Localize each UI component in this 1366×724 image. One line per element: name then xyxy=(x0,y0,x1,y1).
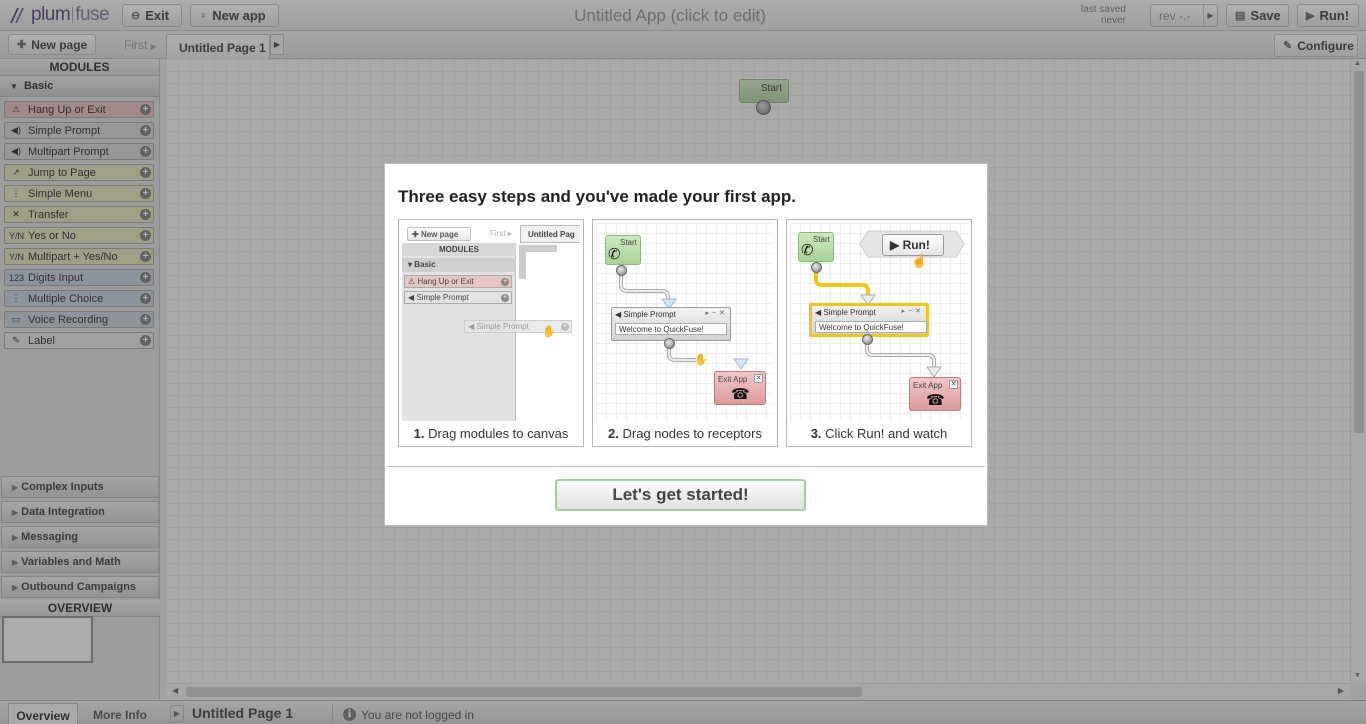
mini-canvas-corner xyxy=(519,245,557,279)
step-2-illustration: Start ✆ ◀ Simple Prompt ▸−✕ Welcome to Q… xyxy=(596,223,774,421)
mini-prompt-title: Simple Prompt xyxy=(823,308,876,317)
mini-prompt-field: Welcome to QuickFuse! xyxy=(615,323,727,335)
mini-prompt-connector xyxy=(664,338,675,349)
mini-prompt-header: ◀ Simple Prompt xyxy=(815,308,876,317)
mini-prompt-field: Welcome to QuickFuse! xyxy=(815,321,927,333)
mini-run-label: Run! xyxy=(902,238,930,252)
step-3-panel: Start ✆ ▶ Run! ☝ ◀ Simple Prompt ▸−✕ Wel… xyxy=(786,219,972,447)
dialog-title: Three easy steps and you've made your fi… xyxy=(398,187,797,206)
mini-hang-up-label: Hang Up or Exit xyxy=(417,277,474,286)
get-started-button[interactable]: Let's get started! xyxy=(555,479,806,511)
mini-exit-label: Exit App xyxy=(718,375,748,384)
welcome-dialog: Three easy steps and you've made your fi… xyxy=(384,163,988,526)
mini-simple-prompt-node: ◀ Simple Prompt ▸−✕ Welcome to QuickFuse… xyxy=(611,307,731,341)
step-1-text: Drag modules to canvas xyxy=(428,426,569,441)
step-2-panel: Start ✆ ◀ Simple Prompt ▸−✕ Welcome to Q… xyxy=(592,219,778,447)
mini-modules-header: MODULES xyxy=(402,243,516,256)
step-3-number: 3. xyxy=(810,426,822,441)
mini-first-label: First ▸ xyxy=(490,229,512,238)
step-2-caption: 2. Drag nodes to receptors xyxy=(593,426,777,441)
hangup-phone-icon: ☎ xyxy=(731,386,750,403)
mini-start-connector xyxy=(616,265,627,276)
step-1-panel: ✚ New page First ▸ Untitled Pag MODULES … xyxy=(398,219,584,447)
step-2-number: 2. xyxy=(608,426,619,441)
mini-node-controls-icon: ▸−✕ xyxy=(901,308,924,315)
mini-start-connector xyxy=(811,262,822,273)
mini-exit-label: Exit App xyxy=(913,381,943,390)
dialog-divider xyxy=(387,466,985,467)
mini-simple-prompt-label: Simple Prompt xyxy=(416,293,469,302)
mini-plus-icon: + xyxy=(501,294,509,302)
mini-first-text: First xyxy=(490,229,506,238)
pointer-cursor-icon: ☝ xyxy=(911,253,928,268)
step-3-text: Click Run! and watch xyxy=(825,426,948,441)
mini-new-page-button: ✚ New page xyxy=(407,227,471,241)
mini-basic-header: ▾ Basic xyxy=(402,258,516,272)
mini-exit-app-node: Exit App ✕ ☎ xyxy=(909,377,961,411)
mini-plus-icon: + xyxy=(501,278,509,286)
mini-dragged-label: Simple Prompt xyxy=(476,322,529,331)
step-1-illustration: ✚ New page First ▸ Untitled Pag MODULES … xyxy=(402,223,580,421)
mini-prompt-title: Simple Prompt xyxy=(623,310,676,319)
hangup-phone-icon: ☎ xyxy=(926,392,945,409)
mini-exit-app-node: Exit App ✕ ☎ xyxy=(714,371,766,405)
mini-hang-up-module: ⚠ Hang Up or Exit + xyxy=(404,275,512,288)
phone-icon: ✆ xyxy=(801,242,814,259)
phone-icon: ✆ xyxy=(608,246,621,263)
step-3-caption: 3. Click Run! and watch xyxy=(787,426,971,441)
mini-plus-icon: ✚ xyxy=(412,230,419,239)
mini-close-icon: ✕ xyxy=(754,374,763,383)
mini-new-page-label: New page xyxy=(420,230,459,239)
mini-prompt-connector xyxy=(862,334,873,345)
mini-simple-prompt-node-active: ◀ Simple Prompt ▸−✕ Welcome to QuickFuse… xyxy=(809,303,929,337)
hand-cursor-icon: ✋ xyxy=(542,326,556,338)
step-1-number: 1. xyxy=(413,426,425,441)
mini-plus-icon: + xyxy=(561,323,569,331)
step-1-caption: 1. Drag modules to canvas xyxy=(399,426,583,441)
mini-prompt-header: ◀ Simple Prompt xyxy=(615,310,676,319)
step-2-text: Drag nodes to receptors xyxy=(622,426,762,441)
mini-basic-label: Basic xyxy=(414,260,436,269)
mini-page-tab: Untitled Pag xyxy=(520,225,580,243)
hand-cursor-icon: ✋ xyxy=(694,354,708,366)
mini-simple-prompt-module: ◀ Simple Prompt + xyxy=(404,291,512,304)
step-3-illustration: Start ✆ ▶ Run! ☝ ◀ Simple Prompt ▸−✕ Wel… xyxy=(790,223,968,421)
mini-close-icon: ✕ xyxy=(949,380,958,389)
mini-node-controls-icon: ▸−✕ xyxy=(705,310,728,317)
